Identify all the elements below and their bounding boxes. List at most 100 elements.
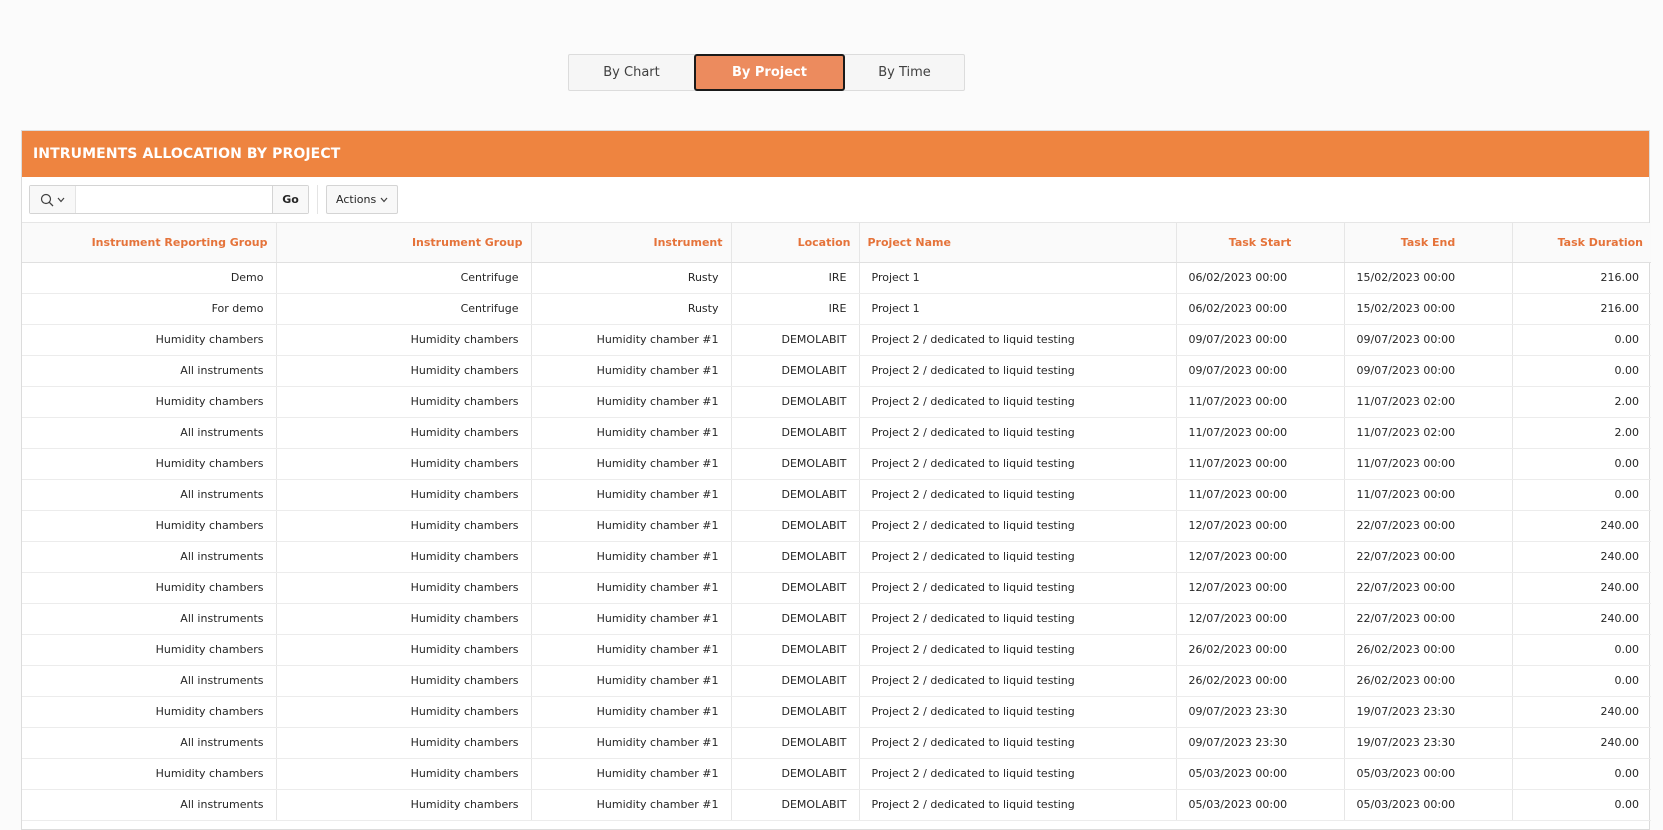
cell-task-end: 11/07/2023 00:00: [1344, 448, 1513, 480]
column-header-instrument[interactable]: Instrument: [531, 223, 732, 263]
cell-instrument: Rusty: [531, 293, 732, 325]
cell-reporting-group: Humidity chambers: [22, 696, 277, 728]
search-group: Go: [29, 185, 309, 214]
cell-reporting-group: All instruments: [22, 665, 277, 697]
cell-instrument: Humidity chamber #1: [531, 758, 732, 790]
cell-location: DEMOLABIT: [731, 603, 860, 635]
cell-location: DEMOLABIT: [731, 758, 860, 790]
cell-location: DEMOLABIT: [731, 727, 860, 759]
cell-location: IRE: [731, 262, 860, 294]
column-header-instrument-reporting-group[interactable]: Instrument Reporting Group: [22, 223, 277, 263]
cell-reporting-group: Humidity chambers: [22, 572, 277, 604]
cell-project-name: Project 2 / dedicated to liquid testing: [859, 541, 1177, 573]
cell-task-start: 12/07/2023 00:00: [1176, 541, 1345, 573]
column-header-project-name[interactable]: Project Name: [859, 223, 1177, 263]
table-row: Humidity chambers Humidity chambers Humidi…: [22, 510, 1651, 542]
cell-instrument-group: Humidity chambers: [276, 603, 532, 635]
report-table: Instrument Reporting Group Instrument Gr…: [22, 223, 1651, 821]
actions-label: Actions: [336, 193, 377, 206]
column-header-task-start[interactable]: Task Start: [1176, 223, 1345, 263]
column-header-location[interactable]: Location: [731, 223, 860, 263]
cell-task-start: 09/07/2023 00:00: [1176, 355, 1345, 387]
cell-reporting-group: Humidity chambers: [22, 758, 277, 790]
cell-reporting-group: Demo: [22, 262, 277, 294]
cell-project-name: Project 1: [859, 262, 1177, 294]
search-input[interactable]: [76, 186, 272, 213]
cell-task-duration: 240.00: [1512, 572, 1651, 604]
table-row: Humidity chambers Humidity chambers Humidi…: [22, 696, 1651, 728]
cell-location: DEMOLABIT: [731, 541, 860, 573]
cell-project-name: Project 2 / dedicated to liquid testing: [859, 324, 1177, 356]
chevron-down-icon: [380, 197, 388, 202]
search-column-select[interactable]: [30, 186, 76, 213]
cell-task-start: 09/07/2023 23:30: [1176, 696, 1345, 728]
cell-location: DEMOLABIT: [731, 665, 860, 697]
cell-project-name: Project 2 / dedicated to liquid testing: [859, 448, 1177, 480]
cell-project-name: Project 2 / dedicated to liquid testing: [859, 510, 1177, 542]
go-button[interactable]: Go: [272, 186, 308, 213]
cell-reporting-group: All instruments: [22, 355, 277, 387]
cell-reporting-group: Humidity chambers: [22, 510, 277, 542]
cell-task-duration: 0.00: [1512, 324, 1651, 356]
cell-instrument-group: Humidity chambers: [276, 696, 532, 728]
cell-instrument: Humidity chamber #1: [531, 603, 732, 635]
table-row: All instruments Humidity chambers Humidity…: [22, 665, 1651, 697]
cell-instrument-group: Humidity chambers: [276, 448, 532, 480]
cell-location: IRE: [731, 293, 860, 325]
cell-project-name: Project 2 / dedicated to liquid testing: [859, 727, 1177, 759]
cell-project-name: Project 2 / dedicated to liquid testing: [859, 479, 1177, 511]
cell-reporting-group: Humidity chambers: [22, 324, 277, 356]
cell-task-start: 11/07/2023 00:00: [1176, 417, 1345, 449]
cell-reporting-group: Humidity chambers: [22, 634, 277, 666]
cell-project-name: Project 2 / dedicated to liquid testing: [859, 603, 1177, 635]
cell-task-end: 05/03/2023 00:00: [1344, 789, 1513, 821]
cell-instrument-group: Humidity chambers: [276, 665, 532, 697]
cell-location: DEMOLABIT: [731, 510, 860, 542]
cell-task-duration: 0.00: [1512, 665, 1651, 697]
column-header-task-duration[interactable]: Task Duration: [1512, 223, 1651, 263]
cell-reporting-group: All instruments: [22, 541, 277, 573]
cell-task-duration: 216.00: [1512, 293, 1651, 325]
cell-reporting-group: All instruments: [22, 727, 277, 759]
cell-instrument: Humidity chamber #1: [531, 727, 732, 759]
region-header: INTRUMENTS ALLOCATION BY PROJECT: [22, 131, 1649, 177]
column-header-task-end[interactable]: Task End: [1344, 223, 1513, 263]
cell-task-end: 11/07/2023 02:00: [1344, 386, 1513, 418]
cell-location: DEMOLABIT: [731, 634, 860, 666]
cell-reporting-group: All instruments: [22, 479, 277, 511]
table-row: All instruments Humidity chambers Humidity…: [22, 541, 1651, 573]
cell-instrument-group: Humidity chambers: [276, 324, 532, 356]
table-row: All instruments Humidity chambers Humidity…: [22, 789, 1651, 821]
search-icon: [40, 193, 54, 206]
table-row: All instruments Humidity chambers Humidity…: [22, 479, 1651, 511]
cell-project-name: Project 2 / dedicated to liquid testing: [859, 696, 1177, 728]
cell-instrument-group: Humidity chambers: [276, 386, 532, 418]
table-row: All instruments Humidity chambers Humidity…: [22, 355, 1651, 387]
column-header-instrument-group[interactable]: Instrument Group: [276, 223, 532, 263]
cell-task-start: 11/07/2023 00:00: [1176, 479, 1345, 511]
cell-instrument-group: Humidity chambers: [276, 510, 532, 542]
table-row: Humidity chambers Humidity chambers Humidi…: [22, 758, 1651, 790]
report-region: INTRUMENTS ALLOCATION BY PROJECT Go Acti…: [21, 130, 1651, 830]
table-row: Humidity chambers Humidity chambers Humidi…: [22, 386, 1651, 418]
cell-reporting-group: Humidity chambers: [22, 448, 277, 480]
cell-project-name: Project 2 / dedicated to liquid testing: [859, 386, 1177, 418]
cell-task-start: 05/03/2023 00:00: [1176, 758, 1345, 790]
actions-button[interactable]: Actions: [326, 185, 399, 214]
cell-task-duration: 240.00: [1512, 510, 1651, 542]
cell-instrument: Rusty: [531, 262, 732, 294]
toolbar-divider: [317, 185, 318, 214]
tab-by-project[interactable]: By Project: [694, 54, 845, 91]
cell-task-start: 26/02/2023 00:00: [1176, 665, 1345, 697]
view-tabs: By Chart By Project By Time: [568, 54, 965, 91]
cell-task-end: 26/02/2023 00:00: [1344, 634, 1513, 666]
cell-project-name: Project 2 / dedicated to liquid testing: [859, 758, 1177, 790]
cell-project-name: Project 2 / dedicated to liquid testing: [859, 665, 1177, 697]
tab-by-time[interactable]: By Time: [845, 55, 964, 90]
cell-instrument: Humidity chamber #1: [531, 448, 732, 480]
cell-location: DEMOLABIT: [731, 417, 860, 449]
cell-instrument-group: Humidity chambers: [276, 479, 532, 511]
tab-by-chart[interactable]: By Chart: [569, 55, 694, 90]
cell-task-start: 09/07/2023 23:30: [1176, 727, 1345, 759]
cell-task-duration: 240.00: [1512, 696, 1651, 728]
